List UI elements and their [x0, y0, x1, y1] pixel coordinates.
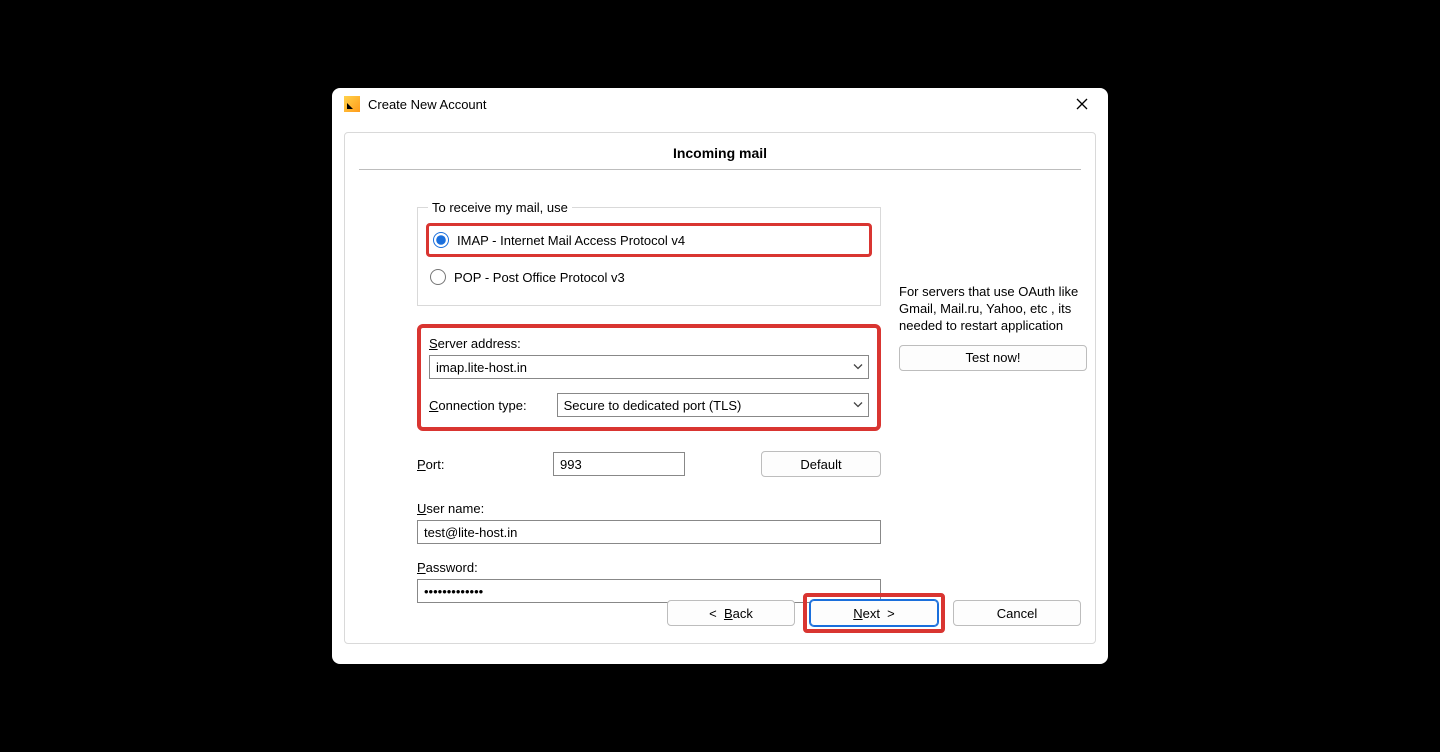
- dialog-body: Incoming mail To receive my mail, use IM…: [344, 132, 1096, 644]
- radio-imap-label: IMAP - Internet Mail Access Protocol v4: [457, 233, 685, 248]
- app-icon: [344, 96, 360, 112]
- back-button[interactable]: < Back: [667, 600, 795, 626]
- password-label: Password:: [417, 560, 881, 575]
- username-label: User name:: [417, 501, 881, 516]
- create-account-dialog: Create New Account Incoming mail To rece…: [332, 88, 1108, 664]
- close-button[interactable]: [1062, 88, 1102, 120]
- divider: [359, 169, 1081, 170]
- radio-imap-input[interactable]: [433, 232, 449, 248]
- server-address-label: Server address:: [429, 336, 869, 351]
- protocol-group-label: To receive my mail, use: [428, 200, 572, 215]
- page-heading: Incoming mail: [359, 143, 1081, 169]
- radio-imap[interactable]: IMAP - Internet Mail Access Protocol v4: [431, 226, 867, 254]
- connection-type-select[interactable]: [557, 393, 869, 417]
- highlight-imap: IMAP - Internet Mail Access Protocol v4: [426, 223, 872, 257]
- radio-pop[interactable]: POP - Post Office Protocol v3: [428, 263, 870, 291]
- port-label: Port:: [417, 457, 553, 472]
- port-input[interactable]: [553, 452, 685, 476]
- cancel-button[interactable]: Cancel: [953, 600, 1081, 626]
- footer-buttons: < Back Next > Cancel: [667, 593, 1081, 633]
- highlight-server-block: Server address: Connection type:: [417, 324, 881, 431]
- next-button[interactable]: Next >: [810, 600, 938, 626]
- titlebar: Create New Account: [332, 88, 1108, 120]
- username-input[interactable]: [417, 520, 881, 544]
- highlight-next: Next >: [803, 593, 945, 633]
- close-icon: [1076, 98, 1088, 110]
- test-now-button[interactable]: Test now!: [899, 345, 1087, 371]
- server-address-input[interactable]: [429, 355, 869, 379]
- connection-type-label: Connection type:: [429, 398, 527, 413]
- default-button[interactable]: Default: [761, 451, 881, 477]
- window-title: Create New Account: [368, 97, 1062, 112]
- radio-pop-input[interactable]: [430, 269, 446, 285]
- oauth-note: For servers that use OAuth like Gmail, M…: [899, 284, 1087, 335]
- radio-pop-label: POP - Post Office Protocol v3: [454, 270, 625, 285]
- protocol-group: To receive my mail, use IMAP - Internet …: [417, 200, 881, 306]
